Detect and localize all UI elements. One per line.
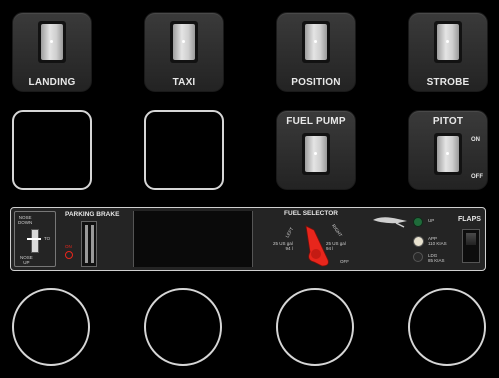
landing-rocker[interactable] [38, 21, 66, 63]
gauge-slot-1 [12, 288, 90, 366]
taxi-light-switch[interactable]: TAXI [144, 12, 224, 92]
parking-brake-section: PARKING BRAKE ON [59, 211, 131, 267]
empty-slot-2 [144, 110, 224, 190]
control-panel: NOSE DOWN TO NOSE UP PARKING BRAKE ON FU… [10, 207, 486, 271]
trim-to-label: TO [44, 236, 51, 241]
strobe-rocker[interactable] [434, 21, 462, 63]
pitot-on-label: ON [471, 137, 480, 143]
pitot-label: PITOT [432, 116, 464, 127]
gauge-slot-3 [276, 288, 354, 366]
taxi-label: TAXI [172, 77, 196, 88]
parking-brake-label: PARKING BRAKE [65, 211, 120, 218]
position-rocker[interactable] [302, 21, 330, 63]
fuel-pump-switch[interactable]: FUEL PUMP [276, 110, 356, 190]
fuel-left-quantity: 25 US gal 94 l [273, 241, 293, 251]
pitot-rocker[interactable] [434, 133, 462, 175]
trim-wheel[interactable] [31, 229, 39, 253]
fuel-pump-label: FUEL PUMP [286, 116, 346, 127]
flap-ldg-label: LDG 85 KIAS [428, 253, 445, 263]
fuel-left-label: LEFT [284, 226, 295, 239]
fuel-selector-section: FUEL SELECTOR LEFT RIGHT 25 US gal 94 l … [256, 208, 366, 270]
flap-ldg-light [413, 252, 423, 262]
fuel-selector-label: FUEL SELECTOR [284, 210, 338, 217]
strobe-label: STROBE [426, 77, 470, 88]
panel-display [133, 211, 253, 267]
flap-up-light [413, 217, 423, 227]
fuel-off-label: OFF [340, 259, 349, 264]
parking-brake-on-label: ON [65, 244, 72, 249]
flap-wing-icon [373, 217, 407, 228]
flaps-label: FLAPS [458, 216, 481, 223]
pitot-off-label: OFF [471, 174, 483, 180]
flaps-section: UP APP 110 KIAS LDG 85 KIAS FLAPS [371, 208, 483, 270]
gauge-slot-4 [408, 288, 486, 366]
parking-brake-handle[interactable] [81, 221, 97, 267]
flap-app-label: APP 110 KIAS [428, 236, 447, 246]
taxi-rocker[interactable] [170, 21, 198, 63]
trim-nose-down-label: NOSE DOWN [18, 215, 33, 225]
position-label: POSITION [291, 77, 341, 88]
gauge-slot-2 [144, 288, 222, 366]
trim-section: NOSE DOWN TO NOSE UP [14, 211, 56, 267]
strobe-light-switch[interactable]: STROBE [408, 12, 488, 92]
landing-label: LANDING [28, 77, 76, 88]
flaps-lever[interactable] [462, 229, 480, 263]
fuel-selector-knob[interactable] [294, 222, 334, 268]
pitot-heat-switch[interactable]: PITOT ON OFF [408, 110, 488, 190]
landing-light-switch[interactable]: LANDING [12, 12, 92, 92]
flap-up-label: UP [428, 218, 435, 223]
flap-app-light [413, 236, 424, 247]
trim-indicator [27, 238, 41, 240]
fuel-pump-rocker[interactable] [302, 133, 330, 175]
empty-slot-1 [12, 110, 92, 190]
parking-brake-indicator [65, 251, 73, 259]
position-light-switch[interactable]: POSITION [276, 12, 356, 92]
trim-nose-up-label: NOSE UP [20, 255, 33, 265]
